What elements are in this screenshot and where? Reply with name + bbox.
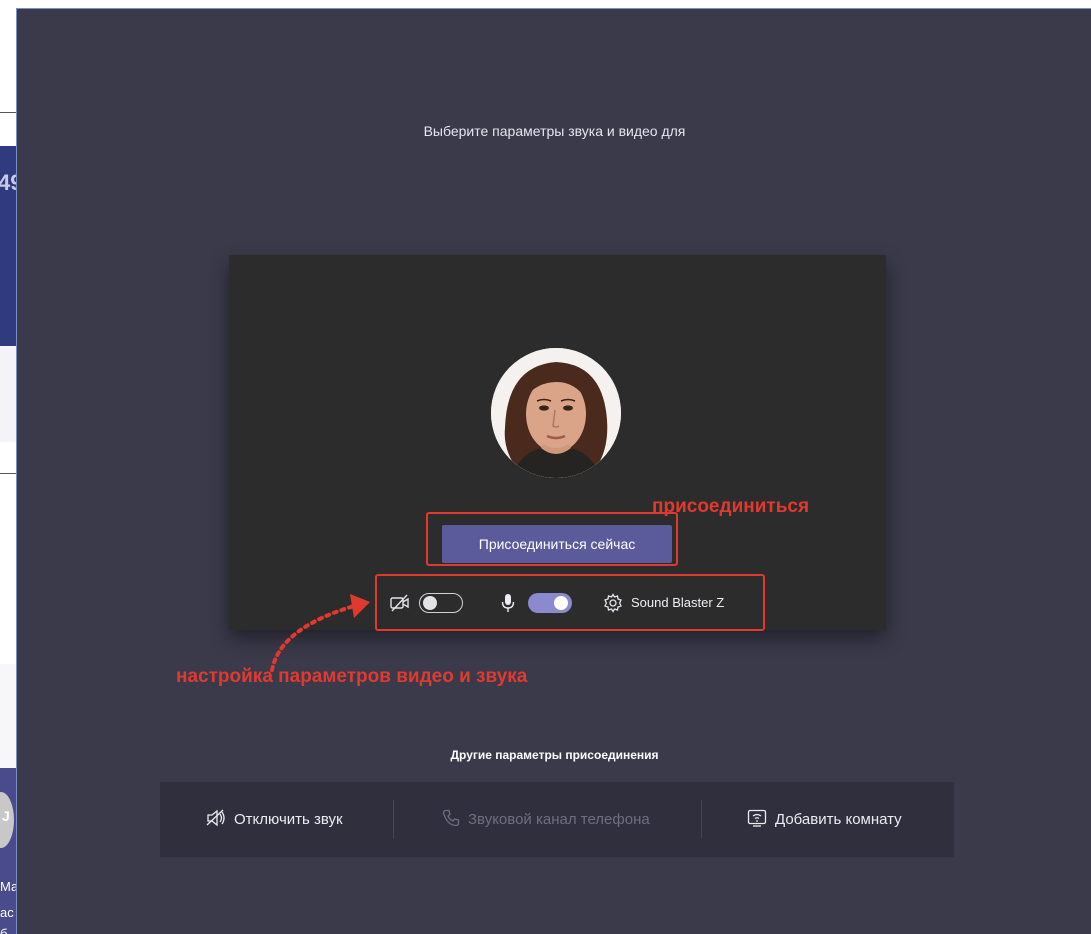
- phone-icon: [442, 809, 460, 831]
- speaker-off-icon: [206, 809, 226, 831]
- background-avatar-letter: J: [2, 808, 10, 824]
- phone-audio-option: Звуковой канал телефона: [442, 782, 650, 857]
- prejoin-title: Выберите параметры звука и видео для: [423, 123, 686, 139]
- phone-audio-label: Звуковой канал телефона: [468, 811, 650, 828]
- background-panel: [0, 664, 16, 768]
- user-avatar: [491, 348, 621, 478]
- background-text: б: [0, 926, 8, 934]
- cast-room-icon: [747, 809, 767, 831]
- background-panel: [0, 346, 16, 442]
- add-room-option[interactable]: Добавить комнату: [747, 782, 902, 857]
- prejoin-panel: Выберите параметры звука и видео для При…: [16, 8, 1091, 934]
- mute-audio-option[interactable]: Отключить звук: [206, 782, 343, 857]
- join-annotation: присоединиться: [652, 496, 810, 517]
- divider: [393, 800, 394, 838]
- divider: [701, 800, 702, 838]
- divider: [0, 112, 16, 113]
- controls-highlight-box: [375, 574, 765, 631]
- join-highlight-box: [426, 512, 678, 566]
- background-panel: [0, 474, 16, 664]
- add-room-label: Добавить комнату: [775, 811, 902, 828]
- mute-audio-label: Отключить звук: [234, 811, 343, 828]
- screenshot: 49 J Ма ас б Выберите параметры звука и …: [0, 0, 1091, 934]
- background-text: ас: [0, 905, 14, 920]
- annotation-arrow: [270, 594, 370, 672]
- other-join-options-title: Другие параметры присоединения: [450, 748, 659, 762]
- other-join-options: Отключить звук Звуковой канал телефона Д…: [160, 782, 954, 857]
